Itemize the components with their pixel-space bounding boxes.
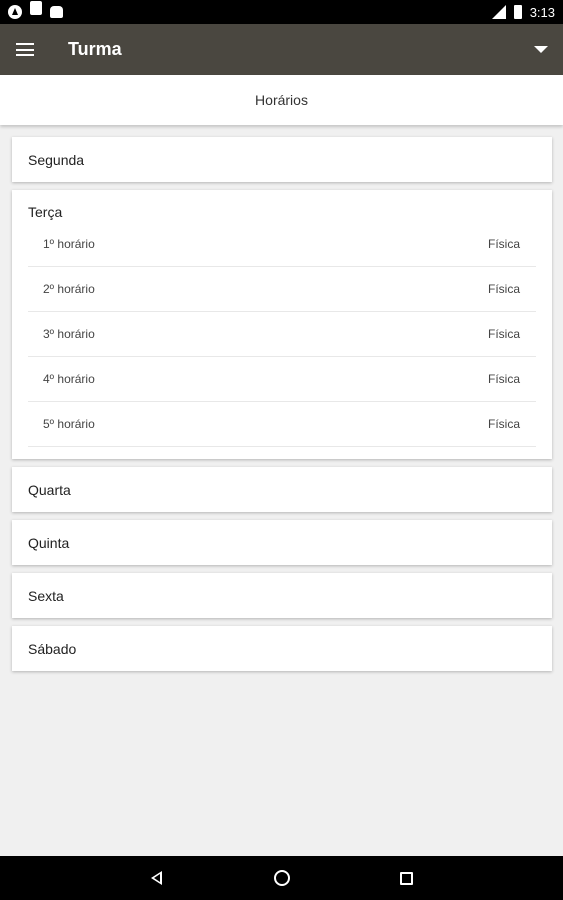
schedule-row[interactable]: 4º horário Física [28,357,536,402]
day-label: Quarta [28,481,71,498]
menu-button[interactable] [0,24,50,75]
day-label[interactable]: Terça [28,204,536,220]
home-icon [273,870,290,886]
status-bar: 3:13 [0,0,563,24]
tab-horarios[interactable]: Horários [255,92,308,108]
navigation-bar [0,856,563,900]
day-label: Segunda [28,151,85,168]
schedule-row[interactable]: 3º horário Física [28,312,536,357]
day-label: Sexta [28,587,64,604]
subject-label: Física [487,237,520,251]
signal-icon [491,5,506,19]
app-title: Turma [68,39,122,59]
slot-label: 2º horário [43,282,95,296]
day-label: Sábado [28,640,77,657]
status-left-icons [8,1,63,23]
day-label: Quinta [28,534,70,551]
android-icon [50,6,63,18]
day-card-quarta[interactable]: Quarta [12,467,552,512]
day-card-sabado[interactable]: Sábado [12,626,552,671]
sd-card-icon [30,1,42,15]
schedule-row[interactable]: 5º horário Física [28,402,536,447]
slot-label: 4º horário [43,372,95,386]
caret-down-icon [534,46,548,53]
home-button[interactable] [267,863,297,893]
subject-label: Física [487,282,520,296]
schedule-row[interactable]: 1º horário Física [28,222,536,267]
back-icon [151,871,162,885]
schedule-list: Segunda Terça 1º horário Física 2º horár… [12,137,552,679]
subject-label: Física [487,372,520,386]
slot-label: 3º horário [43,327,95,341]
dropdown-button[interactable] [519,24,563,75]
schedule-row[interactable]: 2º horário Física [28,267,536,312]
hamburger-menu-icon [16,43,34,56]
subject-label: Física [487,327,520,341]
slot-label: 5º horário [43,417,95,431]
back-button[interactable] [142,863,172,893]
day-card-segunda[interactable]: Segunda [12,137,552,182]
app-a-icon [8,5,22,19]
day-card-quinta[interactable]: Quinta [12,520,552,565]
tab-bar: Horários [0,75,563,125]
recents-button[interactable] [392,863,422,893]
recents-icon [400,871,413,885]
slot-label: 1º horário [43,237,95,251]
app-bar: Turma [0,24,563,75]
status-right-icons: 3:13 [491,4,555,20]
subject-label: Física [487,417,520,431]
status-time: 3:13 [529,4,555,20]
day-card-sexta[interactable]: Sexta [12,573,552,618]
battery-icon [513,5,522,19]
day-card-terca[interactable]: Terça 1º horário Física 2º horário Físic… [12,190,552,459]
